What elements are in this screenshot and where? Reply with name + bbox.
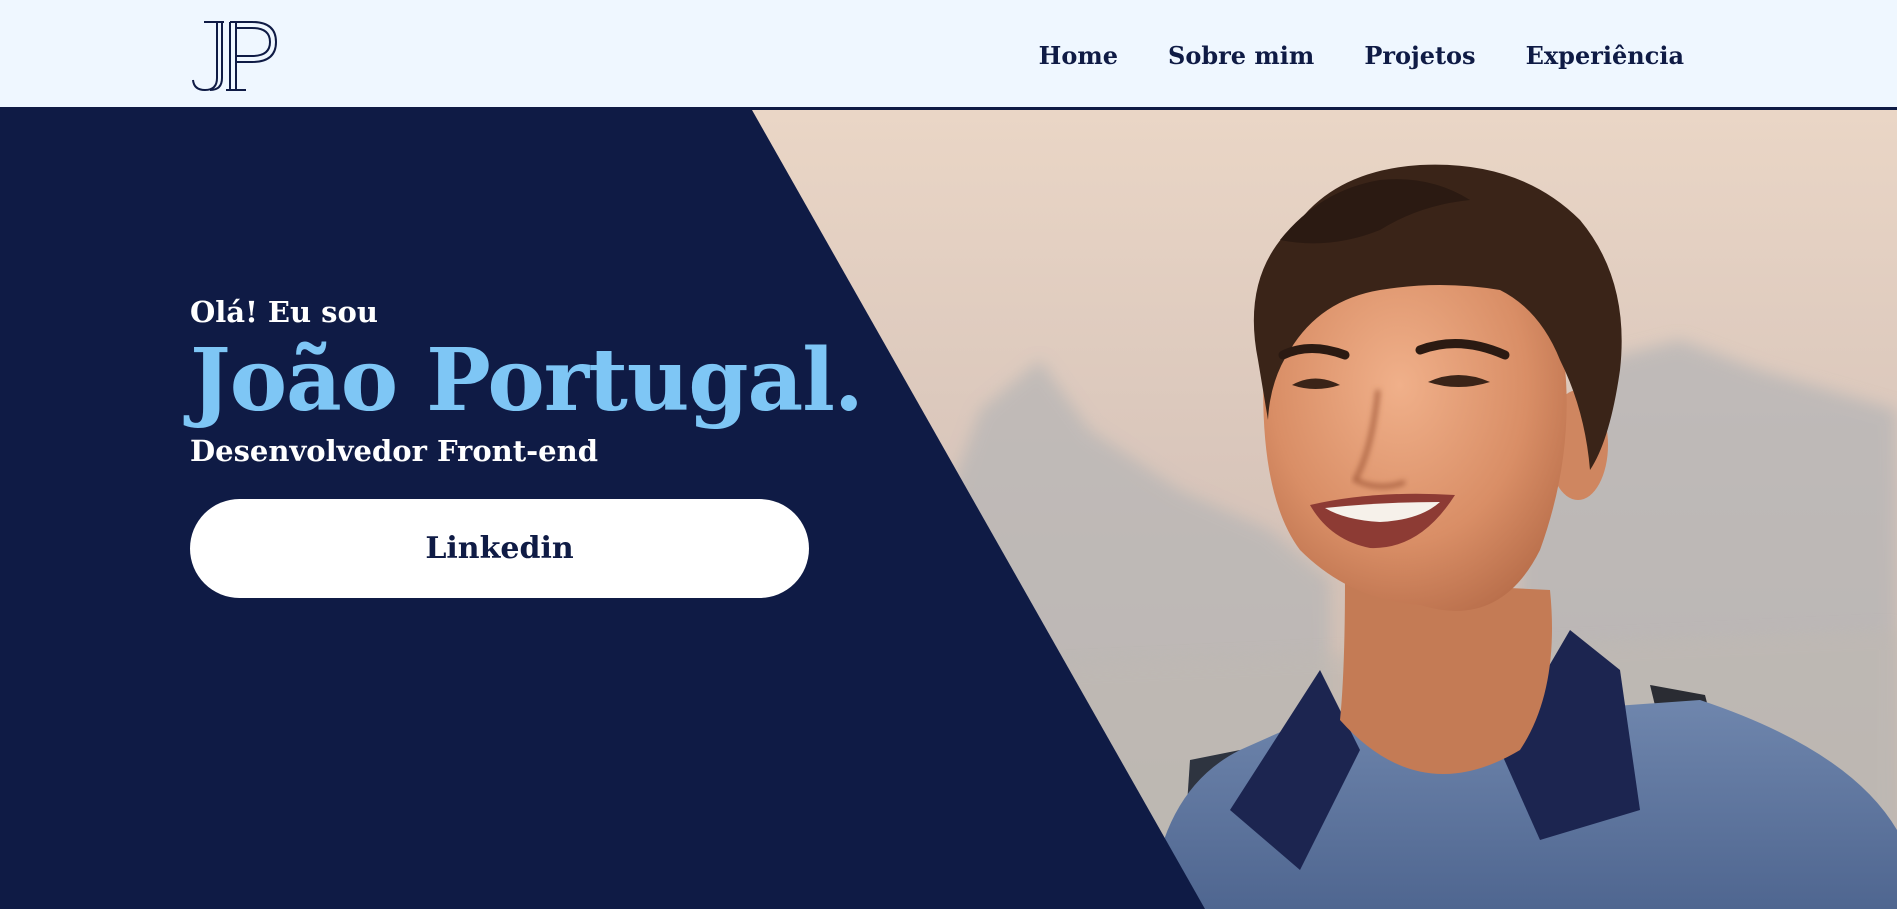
hero-section: Olá! Eu sou João Portugal. Desenvolvedor…: [0, 110, 1897, 909]
hero-role: Desenvolvedor Front-end: [190, 434, 598, 469]
nav-sobre-mim[interactable]: Sobre mim: [1168, 41, 1314, 70]
linkedin-button[interactable]: Linkedin: [190, 498, 809, 598]
hero-content: Olá! Eu sou João Portugal. Desenvolvedor…: [190, 295, 864, 598]
hero-greeting: Olá! Eu sou: [190, 295, 378, 329]
main-nav: Home Sobre mim Projetos Experiência: [1039, 0, 1684, 110]
nav-home[interactable]: Home: [1039, 41, 1118, 70]
logo-graphic: [192, 21, 278, 92]
navbar: Home Sobre mim Projetos Experiência: [0, 0, 1897, 110]
jp-monogram-logo[interactable]: [190, 18, 280, 94]
hero-name: João Portugal.: [190, 329, 864, 431]
nav-experiencia[interactable]: Experiência: [1526, 41, 1684, 70]
nav-projetos[interactable]: Projetos: [1364, 41, 1475, 70]
